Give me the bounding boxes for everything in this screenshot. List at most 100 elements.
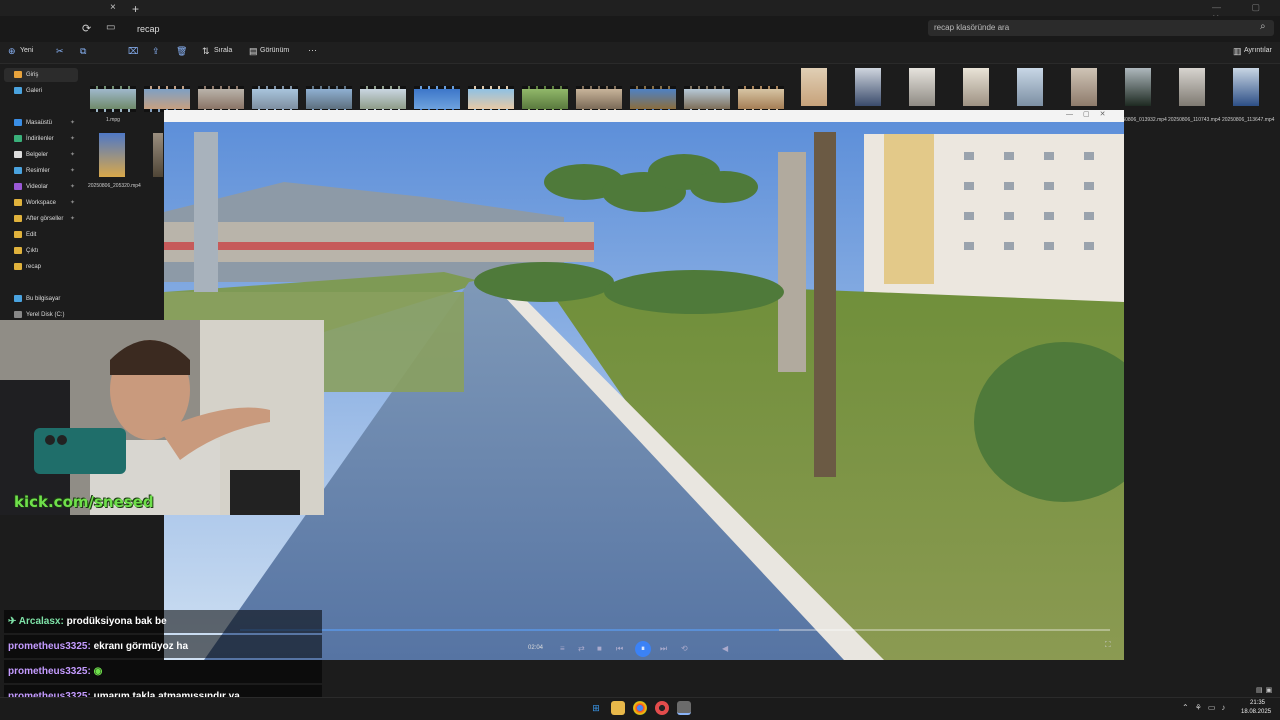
sidebar-item-downloads[interactable]: İndirilenler ✦ <box>4 132 78 146</box>
rename-icon[interactable]: ⌧ <box>128 46 138 57</box>
video-thumbnail[interactable] <box>522 86 568 112</box>
pause-button[interactable]: ⏸ <box>635 641 651 657</box>
video-thumbnail[interactable] <box>198 86 244 112</box>
sidebar-item-videos[interactable]: Videolar ✦ <box>4 180 78 194</box>
sidebar-item-gallery[interactable]: Galeri <box>4 84 78 98</box>
clock-date[interactable]: 18.08.2025 <box>1241 709 1271 715</box>
previous-icon[interactable]: ⏮ <box>616 644 623 654</box>
video-thumbnail[interactable] <box>99 133 125 177</box>
home-icon <box>14 70 22 78</box>
details-icon[interactable]: ▥ <box>1233 46 1242 57</box>
explorer-tab[interactable] <box>78 0 126 16</box>
sidebar-item-home[interactable]: Giriş <box>4 68 78 82</box>
chat-message: prometheus3325: ekranı görmüyoz ha <box>4 635 322 658</box>
sidebar-item-label: Belgeler <box>26 152 49 158</box>
video-thumbnail[interactable] <box>360 86 406 112</box>
new-tab-icon[interactable]: + <box>132 2 139 16</box>
sidebar-item-recap[interactable]: recap <box>4 260 78 274</box>
copy-icon[interactable]: ⧉ <box>80 46 86 57</box>
delete-icon[interactable]: 🗑 <box>176 46 187 57</box>
video-thumbnail[interactable] <box>1017 68 1043 106</box>
app-icon[interactable] <box>655 701 669 715</box>
folder-icon <box>14 262 22 270</box>
new-icon[interactable]: ⊕ <box>8 46 16 57</box>
sidebar-item-documents[interactable]: Belgeler ✦ <box>4 148 78 162</box>
video-thumbnail[interactable] <box>855 68 881 106</box>
chrome-icon[interactable] <box>633 701 647 715</box>
search-input[interactable]: recap klasöründe ara <box>928 20 1274 36</box>
pin-icon: ✦ <box>69 152 75 158</box>
file-name[interactable]: 20250806_110743.mp4 <box>1168 117 1220 123</box>
video-thumbnail[interactable] <box>684 86 730 112</box>
video-thumbnail[interactable] <box>801 68 827 106</box>
player-window-controls[interactable]: —▢✕ <box>1066 110 1115 118</box>
sidebar-item-pictures[interactable]: Resimler ✦ <box>4 164 78 178</box>
sidebar-item-cikti[interactable]: Çıktı <box>4 244 78 258</box>
sort-button[interactable]: Sırala <box>214 47 232 54</box>
view-toggle-icons[interactable]: ▤▣ <box>1256 686 1275 694</box>
pin-icon: ✈ <box>8 616 19 627</box>
video-thumbnail[interactable] <box>909 68 935 106</box>
video-thumbnail[interactable] <box>630 86 676 112</box>
pin-icon: ✦ <box>69 120 75 126</box>
sidebar-item-label: Galeri <box>26 88 43 94</box>
next-icon[interactable]: ⏭ <box>660 644 667 654</box>
video-thumbnail[interactable] <box>90 86 136 112</box>
video-thumbnail[interactable] <box>468 86 514 112</box>
video-thumbnail[interactable] <box>414 86 460 112</box>
sidebar-item-edit[interactable]: Edit <box>4 228 78 242</box>
share-icon[interactable]: ⇪ <box>152 46 160 57</box>
file-name[interactable]: 1.mpg <box>88 117 138 123</box>
clock-time[interactable]: 21:35 <box>1250 700 1265 706</box>
sort-icon[interactable]: ⇅ <box>202 46 210 57</box>
video-thumbnail[interactable] <box>1233 68 1259 106</box>
video-thumbnail[interactable] <box>306 86 352 112</box>
sidebar-item-label: Edit <box>26 232 37 238</box>
sidebar-item-label: Bu bilgisayar <box>26 296 61 302</box>
video-thumbnail[interactable] <box>1179 68 1205 106</box>
search-icon[interactable]: ⌕ <box>1260 21 1266 32</box>
stop-icon[interactable]: ■ <box>597 644 602 653</box>
video-thumbnail[interactable] <box>1125 68 1151 106</box>
volume-icon[interactable]: ◀ <box>722 644 728 653</box>
pin-icon: ✦ <box>69 168 75 174</box>
chat-text: ekranı görmüyoz ha <box>93 641 189 652</box>
file-explorer-icon[interactable] <box>611 701 625 715</box>
video-thumbnail[interactable] <box>738 86 784 112</box>
sidebar-item-after-gorseller[interactable]: After görseller ✦ <box>4 212 78 226</box>
title-bar <box>0 0 1280 16</box>
folder-icon <box>14 214 22 222</box>
cut-icon[interactable]: ✂ <box>56 46 64 57</box>
refresh-icon[interactable]: ⟳ <box>82 22 91 35</box>
file-name[interactable]: 20250806_113647.mp4 <box>1222 117 1274 123</box>
chat-text: prodüksiyona bak be <box>66 616 167 627</box>
details-button[interactable]: Ayrıntılar <box>1244 47 1272 54</box>
sidebar-item-label: Çıktı <box>26 248 39 254</box>
computer-icon[interactable]: ▭ <box>106 22 115 33</box>
fullscreen-icon[interactable]: ⛶ <box>1105 640 1111 650</box>
more-button[interactable]: ··· <box>308 45 317 55</box>
video-thumbnail[interactable] <box>1071 68 1097 106</box>
repeat-icon[interactable]: ⟲ <box>681 644 688 653</box>
folder-icon <box>14 198 22 206</box>
sidebar-item-desktop[interactable]: Masaüstü ✦ <box>4 116 78 130</box>
view-icon[interactable]: ▤ <box>249 46 258 57</box>
media-player-icon[interactable] <box>677 701 691 715</box>
file-name[interactable]: 20250806_205320.mp4 <box>88 183 141 189</box>
video-thumbnail[interactable] <box>144 86 190 112</box>
sidebar-item-workspace[interactable]: Workspace ✦ <box>4 196 78 210</box>
view-button[interactable]: Görünüm <box>260 47 289 54</box>
video-thumbnail[interactable] <box>153 133 163 177</box>
sidebar-item-this-pc[interactable]: Bu bilgisayar <box>4 292 78 306</box>
start-icon[interactable]: ⊞ <box>589 701 603 715</box>
video-thumbnail[interactable] <box>576 86 622 112</box>
breadcrumb[interactable]: recap <box>132 22 922 36</box>
video-thumbnail[interactable] <box>252 86 298 112</box>
seek-bar-track[interactable] <box>779 629 1110 631</box>
system-tray[interactable]: ⌃⚘▭♪ <box>1182 703 1231 712</box>
playlist-icon[interactable]: ≡ <box>560 644 565 653</box>
shuffle-icon[interactable]: ⇄ <box>578 644 585 653</box>
video-thumbnail[interactable] <box>963 68 989 106</box>
new-button[interactable]: Yeni <box>20 47 33 54</box>
tab-close-icon[interactable]: × <box>110 2 116 13</box>
